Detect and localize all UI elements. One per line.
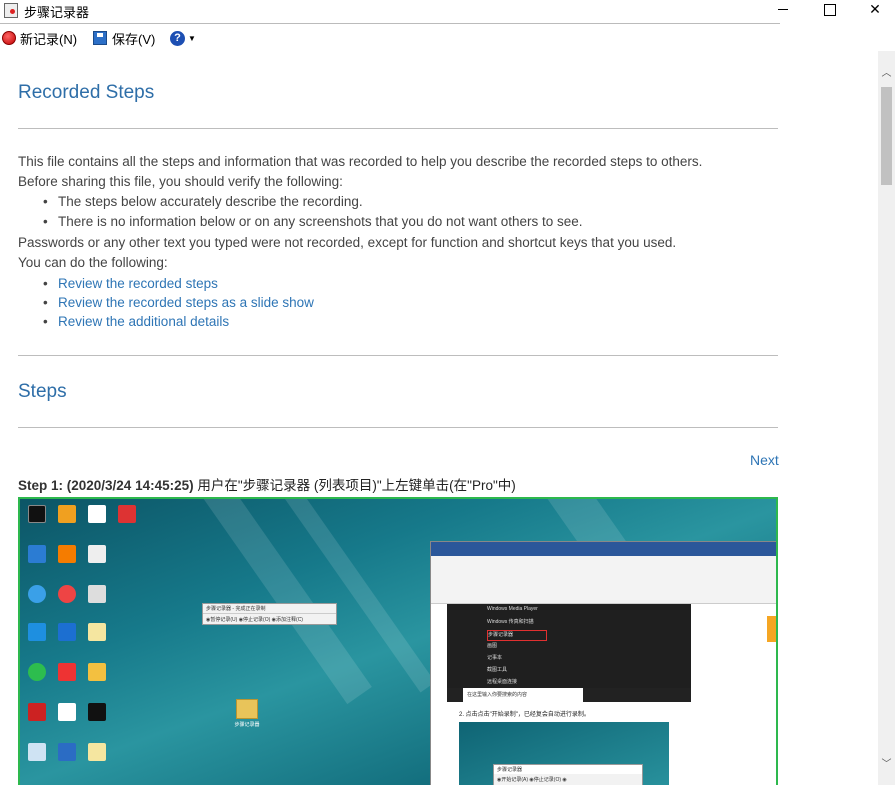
desktop-shortcut-icon xyxy=(28,623,46,641)
scroll-down-icon[interactable]: ﹀ xyxy=(878,756,895,773)
new-recording-label: 新记录(N) xyxy=(20,31,78,47)
record-dot-icon xyxy=(2,31,16,45)
intro-text: You can do the following: xyxy=(18,255,168,270)
desktop-shortcut-icon xyxy=(58,663,76,681)
divider xyxy=(18,128,778,129)
additional-details-link[interactable]: Review the additional details xyxy=(43,314,229,329)
desktop-shortcut-icon xyxy=(88,663,106,681)
toolbar: 新记录(N) 保存(V) ? ▼ xyxy=(0,23,780,51)
folder-icon xyxy=(236,699,258,719)
desktop-shortcut-icon xyxy=(88,623,106,641)
save-label: 保存(V) xyxy=(112,31,156,47)
divider xyxy=(18,427,778,428)
slide-show-link[interactable]: Review the recorded steps as a slide sho… xyxy=(43,295,314,310)
desktop-shortcut-icon xyxy=(58,623,76,641)
intro-text: This file contains all the steps and inf… xyxy=(18,154,703,169)
vertical-scrollbar[interactable]: ︿ ﹀ xyxy=(878,51,895,785)
desktop-shortcut-icon xyxy=(58,505,76,523)
desktop-shortcut-icon xyxy=(58,703,76,721)
desktop-shortcut-icon xyxy=(28,585,46,603)
help-dropdown-button[interactable]: ? ▼ xyxy=(170,29,196,47)
new-recording-button[interactable]: 新记录(N) xyxy=(2,29,77,47)
desktop-shortcut-icon xyxy=(28,663,46,681)
page-title: Recorded Steps xyxy=(18,82,155,103)
report-content: Recorded Steps This file contains all th… xyxy=(0,51,878,785)
chevron-down-icon: ▼ xyxy=(188,33,196,43)
nested-screenshot: 步骤记录器 ◉开始记录(A) ◉停止记录(O) ◉ xyxy=(459,722,669,785)
floppy-disk-icon xyxy=(93,31,107,45)
scrollbar-thumb[interactable] xyxy=(881,87,892,185)
next-link[interactable]: Next xyxy=(750,452,779,468)
desktop-shortcut-icon xyxy=(28,703,46,721)
step-1-title: Step 1: (2020/3/24 14:45:25) 用户在"步骤记录器 (… xyxy=(18,474,516,494)
title-bar: 步骤记录器 ✕ xyxy=(0,0,895,22)
recorder-mini-window: 步骤记录器 - 完成正在录制 ◉暂停记录(U) ◉停止记录(O) ◉添加注释(C… xyxy=(202,603,337,625)
desktop-shortcut-icon xyxy=(88,585,106,603)
steps-heading: Steps xyxy=(18,381,67,402)
desktop-shortcut-icon xyxy=(28,545,46,563)
minimize-button[interactable] xyxy=(760,0,806,20)
intro-text: Before sharing this file, you should ver… xyxy=(18,174,343,189)
help-circle-icon: ? xyxy=(170,30,185,46)
step-1-screenshot: 步骤记录器 - 完成正在录制 ◉暂停记录(U) ◉停止记录(O) ◉添加注释(C… xyxy=(18,497,778,785)
save-button[interactable]: 保存(V) xyxy=(93,29,155,47)
desktop-shortcut-icon xyxy=(58,545,76,563)
desktop-shortcut-icon xyxy=(58,743,76,761)
desktop-shortcut-icon xyxy=(88,505,106,523)
window-title: 步骤记录器 xyxy=(24,5,90,20)
desktop-shortcut-icon xyxy=(88,743,106,761)
maximize-button[interactable] xyxy=(806,0,852,20)
list-item: There is no information below or on any … xyxy=(43,214,583,229)
desktop-shortcut-icon xyxy=(118,505,136,523)
desktop-shortcut-icon xyxy=(28,743,46,761)
step-1-description: 用户在"步骤记录器 (列表项目)"上左键单击(在"Pro"中) xyxy=(193,478,516,493)
word-document-window: Windows Media Player Windows 传真和扫描 步骤记录器… xyxy=(430,541,776,785)
desktop-shortcut-icon xyxy=(28,505,46,523)
desktop-shortcut-icon xyxy=(58,585,76,603)
divider xyxy=(18,355,778,356)
steps-recorder-app-icon xyxy=(4,3,18,18)
scroll-up-icon[interactable]: ︿ xyxy=(878,65,895,82)
intro-text: Passwords or any other text you typed we… xyxy=(18,235,677,250)
desktop-shortcut-icon xyxy=(88,545,106,563)
step-1-label: Step 1: (2020/3/24 14:45:25) xyxy=(18,478,194,493)
list-item: The steps below accurately describe the … xyxy=(43,194,363,209)
review-steps-link[interactable]: Review the recorded steps xyxy=(43,276,218,291)
close-button[interactable]: ✕ xyxy=(852,0,895,20)
desktop-shortcut-icon xyxy=(88,703,106,721)
